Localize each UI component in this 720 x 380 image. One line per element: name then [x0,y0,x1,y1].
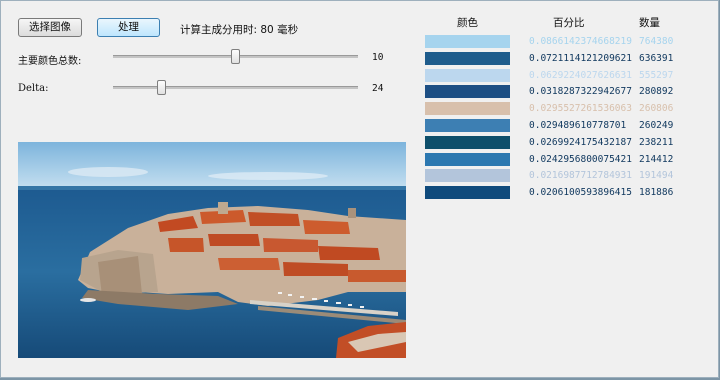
percent-value: 0.0721114121209621 [529,52,632,64]
main-colors-slider-thumb[interactable] [230,49,240,64]
color-swatch [425,35,510,48]
count-value: 764380 [639,36,674,47]
percent-value: 0.0629224027626631 [529,69,632,81]
image-preview [18,142,406,358]
process-button[interactable]: 处理 [97,18,160,37]
color-swatch [425,135,510,149]
count-value: 191494 [639,170,674,182]
color-swatch [425,85,510,99]
color-swatch [425,51,510,65]
color-swatch [425,119,510,132]
harbor-photo-icon [18,142,406,358]
main-colors-value: 10 [372,52,384,63]
count-value: 260806 [639,103,674,115]
color-row: 0.0206100593896415 181886 [425,186,720,200]
color-row: 0.0866142374668219 764380 [425,35,720,49]
delta-value: 24 [372,83,384,94]
color-row: 0.029489610778701 260249 [425,119,720,133]
color-column-header: 颜色 [457,17,478,29]
delta-slider-thumb[interactable] [157,80,166,95]
percent-column-header: 百分比 [553,17,585,29]
percent-value: 0.0295527261536063 [529,103,632,115]
count-value: 280892 [639,86,674,98]
select-image-button[interactable]: 选择图像 [18,18,82,37]
color-row: 0.0629224027626631 555297 [425,68,720,83]
count-value: 214412 [639,153,674,165]
percent-value: 0.0242956800075421 [529,153,632,165]
count-value: 555297 [639,69,674,81]
delta-slider-track[interactable] [113,86,358,89]
count-value: 181886 [639,187,674,199]
color-row: 0.0216987712784931 191494 [425,169,720,183]
count-value: 260249 [639,120,674,131]
timing-label: 计算主成分用时: 80 毫秒 [180,24,299,36]
color-swatch [425,152,510,166]
color-swatch [425,102,510,116]
percent-value: 0.0216987712784931 [529,170,632,182]
count-value: 238211 [639,136,674,148]
percent-value: 0.0206100593896415 [529,187,632,199]
color-row: 0.0242956800075421 214412 [425,152,720,167]
color-swatch [425,186,510,200]
main-colors-label: 主要颜色总数: [18,56,82,67]
percent-value: 0.029489610778701 [529,120,627,131]
color-row: 0.0269924175432187 238211 [425,135,720,150]
count-column-header: 数量 [639,17,660,29]
color-swatch [425,169,510,183]
percent-value: 0.0269924175432187 [529,136,632,148]
color-row: 0.0721114121209621 636391 [425,51,720,66]
color-swatch [425,68,510,82]
main-window: 选择图像 处理 计算主成分用时: 80 毫秒 主要颜色总数: 10 Delta:… [0,0,719,378]
color-row: 0.0295527261536063 260806 [425,102,720,116]
color-row: 0.0318287322942677 280892 [425,85,720,99]
percent-value: 0.0318287322942677 [529,86,632,98]
percent-value: 0.0866142374668219 [529,36,632,47]
count-value: 636391 [639,52,674,64]
delta-label: Delta: [18,83,49,94]
